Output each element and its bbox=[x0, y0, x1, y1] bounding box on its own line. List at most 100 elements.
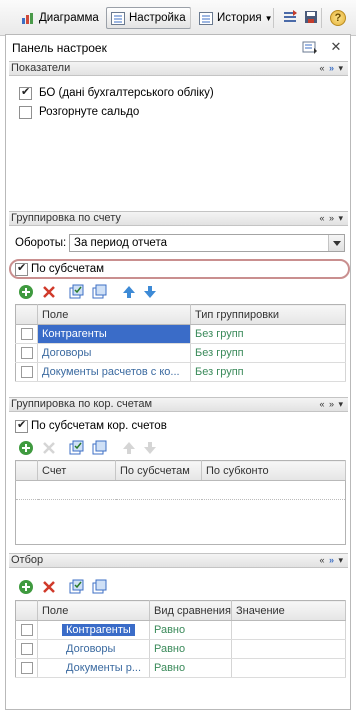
settings-button[interactable]: Настройка bbox=[106, 7, 191, 29]
save-icon bbox=[303, 9, 319, 28]
delete-icon[interactable] bbox=[41, 579, 57, 595]
row-field[interactable]: Контрагенты bbox=[37, 620, 150, 640]
column-header-grouping-type[interactable]: Тип группировки bbox=[190, 304, 346, 325]
row-field[interactable]: Договоры bbox=[37, 343, 191, 363]
row-field-text: Контрагенты bbox=[62, 624, 135, 636]
column-header-field[interactable]: Поле bbox=[37, 600, 150, 621]
subaccounts-label: По субсчетам bbox=[31, 263, 105, 275]
row-grouping-type[interactable]: Без групп bbox=[190, 343, 346, 363]
row-checkbox[interactable] bbox=[15, 658, 38, 678]
row-checkbox[interactable] bbox=[15, 362, 38, 382]
row-checkbox[interactable] bbox=[15, 324, 38, 344]
top-toolbar: Диаграмма Настройка История ▼ ? bbox=[0, 0, 356, 36]
table-header-row: Поле Тип группировки bbox=[15, 304, 346, 325]
uncheck-all-icon[interactable] bbox=[92, 440, 108, 456]
section-collapse-controls[interactable]: « » ▾ bbox=[319, 554, 344, 567]
subaccounts-checkbox[interactable] bbox=[15, 261, 28, 276]
indicator-balance-checkbox[interactable] bbox=[19, 106, 32, 119]
corr-grouping-section-title: Группировка по кор. счетам bbox=[11, 398, 153, 410]
toolbar-divider bbox=[321, 8, 322, 28]
column-header-comparison[interactable]: Вид сравнения bbox=[149, 600, 232, 621]
table-row[interactable]: Договоры Равно bbox=[15, 639, 346, 659]
table-header-row: Поле Вид сравнения Значение bbox=[15, 600, 346, 621]
column-header-field[interactable]: Поле bbox=[37, 304, 191, 325]
row-comparison[interactable]: Равно bbox=[149, 620, 232, 640]
uncheck-all-icon[interactable] bbox=[92, 284, 108, 300]
add-icon[interactable] bbox=[18, 579, 34, 595]
turnover-select-value: За период отчета bbox=[74, 237, 167, 249]
table-row[interactable]: Документы р... Равно bbox=[15, 658, 346, 678]
filter-section-header[interactable]: Отбор « » ▾ bbox=[9, 553, 348, 568]
row-field[interactable]: Документы р... bbox=[37, 658, 150, 678]
row-field[interactable]: Договоры bbox=[37, 639, 150, 659]
grouping-table: Поле Тип группировки Контрагенты Без гру… bbox=[15, 304, 346, 382]
section-collapse-controls[interactable]: « » ▾ bbox=[319, 212, 344, 225]
table-row[interactable]: Контрагенты Равно bbox=[15, 620, 346, 640]
indicators-section-header[interactable]: Показатели « » ▾ bbox=[9, 61, 348, 76]
history-list-icon bbox=[199, 11, 213, 25]
add-icon[interactable] bbox=[18, 440, 34, 456]
section-collapse-controls[interactable]: « » ▾ bbox=[319, 398, 344, 411]
section-collapse-controls[interactable]: « » ▾ bbox=[319, 62, 344, 75]
account-grouping-section-header[interactable]: Группировка по счету « » ▾ bbox=[9, 211, 348, 226]
row-comparison[interactable]: Равно bbox=[149, 658, 232, 678]
indicator-bo-checkbox[interactable] bbox=[19, 85, 32, 100]
chevron-down-icon: ▼ bbox=[264, 13, 273, 23]
check-all-icon[interactable] bbox=[69, 579, 85, 595]
column-header-account[interactable]: Счет bbox=[37, 460, 116, 481]
check-all-icon[interactable] bbox=[69, 440, 85, 456]
move-up-icon[interactable] bbox=[121, 284, 137, 300]
panel-config-icon[interactable] bbox=[302, 39, 318, 55]
row-value[interactable] bbox=[231, 658, 346, 678]
diagram-icon bbox=[21, 12, 35, 25]
corr-grouping-table: Счет По субсчетам По субконто bbox=[15, 460, 346, 545]
move-down-icon[interactable] bbox=[142, 440, 158, 456]
dropdown-arrow-icon[interactable] bbox=[328, 235, 344, 251]
move-down-icon[interactable] bbox=[142, 284, 158, 300]
corr-subaccounts-checkbox[interactable] bbox=[15, 418, 28, 433]
row-grouping-type[interactable]: Без групп bbox=[190, 324, 346, 344]
add-icon[interactable] bbox=[18, 284, 34, 300]
uncheck-all-icon[interactable] bbox=[92, 579, 108, 595]
row-value[interactable] bbox=[231, 620, 346, 640]
table-row[interactable]: Договоры Без групп bbox=[15, 343, 346, 363]
help-button[interactable]: ? bbox=[325, 7, 351, 29]
close-icon[interactable]: ✕ bbox=[328, 39, 344, 55]
delete-icon[interactable] bbox=[41, 284, 57, 300]
table-empty-space bbox=[16, 500, 346, 545]
toolbar-divider bbox=[273, 8, 274, 28]
table-row[interactable]: Документы расчетов с ко... Без групп bbox=[15, 362, 346, 382]
column-header-by-subconto[interactable]: По субконто bbox=[201, 460, 346, 481]
empty-cell bbox=[16, 500, 346, 545]
column-header-value[interactable]: Значение bbox=[231, 600, 346, 621]
history-label: История bbox=[217, 12, 262, 24]
table-header-check bbox=[15, 304, 38, 325]
indicator-bo-label: БО (дані бухгалтерського обліку) bbox=[39, 87, 214, 99]
row-value[interactable] bbox=[231, 639, 346, 659]
table-header-row: Счет По субсчетам По субконто bbox=[15, 460, 346, 481]
table-row[interactable]: Контрагенты Без групп bbox=[15, 324, 346, 344]
row-field[interactable]: Документы расчетов с ко... bbox=[37, 362, 191, 382]
delete-icon[interactable] bbox=[41, 440, 57, 456]
indicators-section-title: Показатели bbox=[11, 62, 71, 74]
turnover-select[interactable]: За период отчета bbox=[69, 234, 345, 252]
turnover-label: Обороты: bbox=[15, 237, 67, 249]
row-checkbox[interactable] bbox=[15, 639, 38, 659]
row-field[interactable]: Контрагенты bbox=[37, 324, 191, 344]
column-header-by-subaccounts[interactable]: По субсчетам bbox=[115, 460, 202, 481]
account-grouping-section-title: Группировка по счету bbox=[11, 212, 121, 224]
empty-cell[interactable] bbox=[15, 480, 346, 500]
corr-grouping-section-header[interactable]: Группировка по кор. счетам « » ▾ bbox=[9, 397, 348, 412]
move-up-icon[interactable] bbox=[121, 440, 137, 456]
row-grouping-type[interactable]: Без групп bbox=[190, 362, 346, 382]
history-button[interactable]: История ▼ bbox=[194, 7, 278, 29]
settings-list-icon bbox=[111, 11, 125, 25]
check-all-icon[interactable] bbox=[69, 284, 85, 300]
row-checkbox[interactable] bbox=[15, 343, 38, 363]
corr-subaccounts-label: По субсчетам кор. счетов bbox=[31, 420, 167, 432]
diagram-button[interactable]: Диаграмма bbox=[16, 7, 104, 29]
row-checkbox[interactable] bbox=[15, 620, 38, 640]
row-comparison[interactable]: Равно bbox=[149, 639, 232, 659]
settings-label: Настройка bbox=[129, 12, 186, 24]
table-empty-row[interactable] bbox=[15, 480, 346, 500]
